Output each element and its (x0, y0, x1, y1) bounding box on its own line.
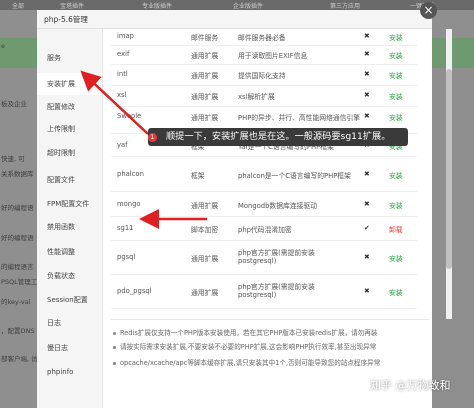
watermark-text: 知乎 @万物致和 (370, 379, 451, 392)
annotation-badge-number: 1 (150, 133, 155, 141)
annotation-badge: 1 (148, 133, 157, 142)
annotation-tooltip: 顺提一下，安装扩展也是在这。一般源码要sg11扩展。 (148, 128, 408, 146)
annotation-arrows (80, 70, 207, 229)
arrow-to-sidebar (80, 70, 149, 135)
